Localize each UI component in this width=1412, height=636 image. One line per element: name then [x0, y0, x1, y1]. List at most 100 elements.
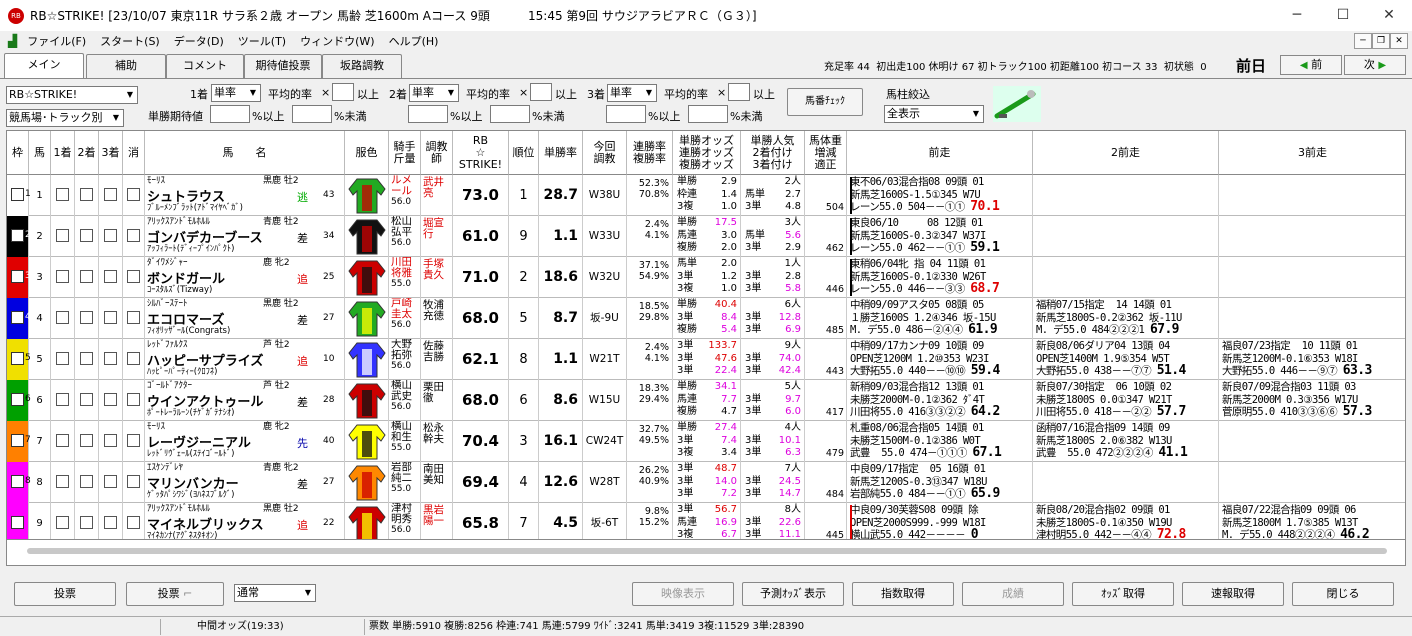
mode-select[interactable]: 通常 ▼ [234, 584, 316, 602]
second-max-input[interactable] [490, 105, 530, 123]
prev3-cell[interactable] [1219, 175, 1405, 216]
multiplier-input-3[interactable] [728, 83, 750, 101]
third-checkbox[interactable] [104, 270, 117, 283]
third-checkbox[interactable] [104, 311, 117, 324]
prev3-cell[interactable] [1219, 421, 1405, 462]
prev1-cell[interactable]: 中良09/30芙蓉S08 09頭 除 OPEN芝2000S999.-999 W1… [847, 503, 1033, 539]
trainer-cell[interactable]: 牧浦 充徳 [421, 298, 453, 339]
prev3-cell[interactable] [1219, 298, 1405, 339]
jockey-cell[interactable]: 津村 明秀 56.0 [389, 503, 421, 539]
header-rates[interactable]: 連勝率 複勝率 [627, 131, 673, 175]
prev2-cell[interactable]: 函稍07/16混合指09 14頭 09 新馬芝1800S 2.0⑥382 W13… [1033, 421, 1219, 462]
horse-name-cell[interactable]: ｱﾘｯｸｽｱﾝﾄﾞﾓﾙﾎﾙﾙ 青鹿 牡2 ゴンバデカーブース ｱｯﾌｨﾗｰﾄ(ﾃﾞｨｰ… [145, 216, 345, 257]
second-checkbox[interactable] [80, 229, 93, 242]
prev2-cell[interactable]: 福稍07/15指定 14 14頭 01 新馬芝1800S-0.2②362 坂-1… [1033, 298, 1219, 339]
video-button[interactable]: 映像表示 [632, 582, 734, 606]
header-popularity[interactable]: 単勝人気 2着付け 3着付け [741, 131, 805, 175]
prev1-cell[interactable]: 札重08/06混合指05 14頭 01 未勝芝1500M-0.1②386 W0T… [847, 421, 1033, 462]
jockey-cell[interactable]: ルメ ール 56.0 [389, 175, 421, 216]
prev2-cell[interactable]: 新良08/06ダリア04 13頭 04 OPEN芝1400M 1.9⑤354 W… [1033, 339, 1219, 380]
header-jockey[interactable]: 騎手 斤量 [389, 131, 421, 175]
menu-start[interactable]: スタート(S) [100, 33, 160, 49]
tab-comment[interactable]: コメント [166, 54, 244, 78]
menu-file[interactable]: ファイル(F) [27, 33, 86, 49]
second-checkbox[interactable] [80, 475, 93, 488]
result-button[interactable]: 成績 [962, 582, 1064, 606]
menu-data[interactable]: データ(D) [174, 33, 224, 49]
trainer-cell[interactable]: 松永 幹夫 [421, 421, 453, 462]
second-checkbox[interactable] [80, 270, 93, 283]
waku-checkbox[interactable] [11, 475, 24, 488]
prev2-cell[interactable] [1033, 216, 1219, 257]
header-rank[interactable]: 順位 [509, 131, 539, 175]
expect-max-input[interactable] [292, 105, 332, 123]
trainer-cell[interactable]: 手塚 貴久 [421, 257, 453, 298]
maximize-button[interactable]: ☐ [1320, 0, 1366, 31]
first-checkbox[interactable] [56, 393, 69, 406]
kesu-checkbox[interactable] [127, 393, 140, 406]
waku-checkbox[interactable] [11, 352, 24, 365]
kesu-checkbox[interactable] [127, 516, 140, 529]
first-checkbox[interactable] [56, 188, 69, 201]
header-waku[interactable]: 枠 [7, 131, 29, 175]
waku-checkbox[interactable] [11, 434, 24, 447]
header-name[interactable]: 馬 名 [145, 131, 345, 175]
header-third[interactable]: 3着 [99, 131, 123, 175]
jockey-cell[interactable]: 戸崎 圭太 56.0 [389, 298, 421, 339]
first-checkbox[interactable] [56, 229, 69, 242]
menu-help[interactable]: ヘルプ(H) [389, 33, 439, 49]
kesu-checkbox[interactable] [127, 229, 140, 242]
horse-name-cell[interactable]: ｼﾙﾊﾞｰｽﾃｰﾄ 黒鹿 牡2 エコロマーズ ﾌｨｵﾘｯｻﾞｰﾙ(Congrats) 差… [145, 298, 345, 339]
horse-check-button[interactable]: 馬番ﾁｪｯｸ [787, 88, 863, 116]
third-checkbox[interactable] [104, 188, 117, 201]
waku-checkbox[interactable] [11, 516, 24, 529]
tab-main[interactable]: メイン [4, 53, 84, 79]
waku-checkbox[interactable] [11, 270, 24, 283]
prev3-cell[interactable] [1219, 257, 1405, 298]
trainer-cell[interactable]: 佐藤 吉勝 [421, 339, 453, 380]
prev1-cell[interactable]: 東稍06/04牝 指 04 11頭 01 新馬芝1600S-0.1②330 W2… [847, 257, 1033, 298]
third-bet-select[interactable]: 単率 ▼ [607, 84, 657, 102]
prev1-cell[interactable]: 中稍09/09アスタ05 08頭 05 １勝芝1600S 1.2④346 坂-1… [847, 298, 1033, 339]
track-select[interactable]: 競馬場･トラック別 ▼ [6, 109, 124, 127]
next-button[interactable]: 次 ▶ [1344, 55, 1406, 75]
third-checkbox[interactable] [104, 393, 117, 406]
horse-filter-select[interactable]: 全表示 ▼ [884, 105, 984, 123]
third-checkbox[interactable] [104, 475, 117, 488]
tab-slope-training[interactable]: 坂路調教 [322, 54, 402, 78]
first-checkbox[interactable] [56, 270, 69, 283]
header-prev2[interactable]: 2前走 [1033, 131, 1219, 175]
second-checkbox[interactable] [80, 393, 93, 406]
horse-name-cell[interactable]: ﾓｰﾘｽ 黒鹿 牡2 シュトラウス ﾌﾞﾙｰﾒﾝﾌﾞﾗｯﾄ(ｱﾄﾞﾏｲﾔﾍﾞｶﾞ) 逃 4… [145, 175, 345, 216]
waku-checkbox[interactable] [11, 311, 24, 324]
waku-checkbox[interactable] [11, 393, 24, 406]
mdi-restore-button[interactable]: ❐ [1372, 33, 1390, 49]
first-bet-select[interactable]: 単率 ▼ [211, 84, 261, 102]
prev2-cell[interactable] [1033, 175, 1219, 216]
vote-alt-button[interactable]: 投票 ⌐ [126, 582, 224, 606]
first-checkbox[interactable] [56, 516, 69, 529]
header-prev1[interactable]: 前走 [847, 131, 1033, 175]
header-kesu[interactable]: 消 [123, 131, 145, 175]
header-win-rate[interactable]: 単勝率 [539, 131, 583, 175]
vote-button[interactable]: 投票 [14, 582, 116, 606]
third-checkbox[interactable] [104, 516, 117, 529]
prev1-cell[interactable]: 東良06/10 08 12頭 01 新馬芝1600S-0.3②347 W37I … [847, 216, 1033, 257]
header-odds[interactable]: 単勝オッズ 連勝オッズ 複勝オッズ [673, 131, 741, 175]
header-uma[interactable]: 馬 [29, 131, 51, 175]
jockey-cell[interactable]: 岩部 純二 55.0 [389, 462, 421, 503]
trainer-cell[interactable]: 黒岩 陽一 [421, 503, 453, 539]
prev-button[interactable]: ◀ 前 [1280, 55, 1342, 75]
horse-name-cell[interactable]: ｱﾘｯｸｽｱﾝﾄﾞﾓﾙﾎﾙﾙ 黒鹿 牡2 マイネルブリックス ﾏｲﾈｶﾝﾅ(ｱｸﾞﾈｽ… [145, 503, 345, 539]
horse-name-cell[interactable]: ﾀﾞｲﾜﾒｼﾞｬｰ鹿 牝2 ボンドガール ｺｰｽﾀﾙｽﾞ(Tizway) 追 25 [145, 257, 345, 298]
waku-checkbox[interactable] [11, 229, 24, 242]
tab-expected-vote[interactable]: 期待値投票 [244, 54, 322, 78]
scroll-thumb[interactable] [27, 548, 1387, 554]
header-trainer[interactable]: 調教 師 [421, 131, 453, 175]
jockey-cell[interactable]: 横山 和生 55.0 [389, 421, 421, 462]
third-min-input[interactable] [606, 105, 646, 123]
jockey-cell[interactable]: 松山 弘平 56.0 [389, 216, 421, 257]
trainer-cell[interactable]: 栗田 徹 [421, 380, 453, 421]
kesu-checkbox[interactable] [127, 352, 140, 365]
kesu-checkbox[interactable] [127, 434, 140, 447]
